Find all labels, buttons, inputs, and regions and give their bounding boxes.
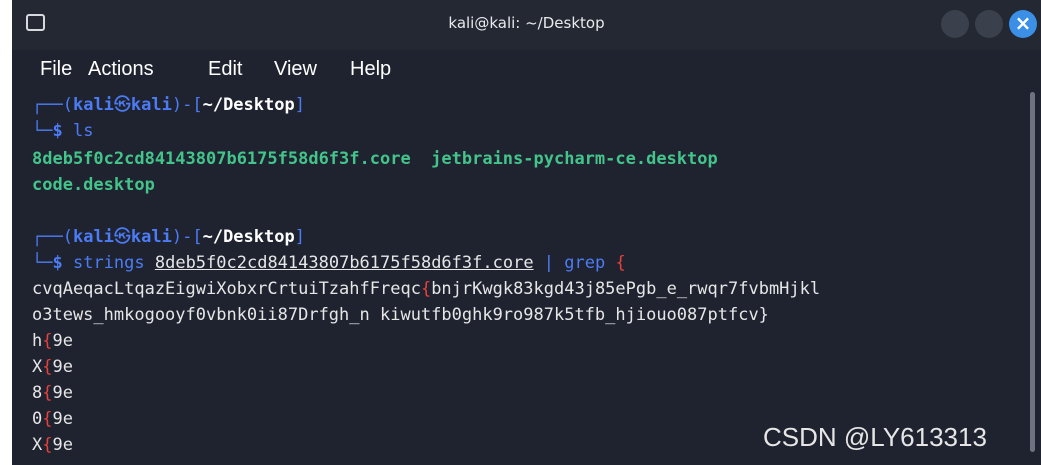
command-line: └─$ ls (32, 121, 94, 141)
menu-bar: File Actions Edit View Help (12, 50, 1041, 90)
menu-view[interactable]: View (274, 58, 317, 81)
grep-output-line: cvqAeqacLtqazEigwiXobxrCrtuiTzahfFreqc{b… (32, 279, 821, 299)
menu-file[interactable]: File (40, 58, 72, 81)
terminal-output[interactable]: ┌──(kali㉿kali)-[~/Desktop] └─$ ls 8deb5f… (12, 92, 1027, 465)
grep-match-line: h{9e (32, 331, 73, 351)
command-file-arg: 8deb5f0c2cd84143807b6175f58d6f3f.core (154, 253, 534, 273)
grep-match-line: 8{9e (32, 383, 73, 403)
prompt-corner-top: ┌── (32, 95, 63, 115)
grep-match-line: X{9e (32, 357, 73, 377)
ls-output-line: code.desktop (32, 175, 155, 195)
terminal-window: kali@kali: ~/Desktop × File Actions Edit… (12, 0, 1041, 465)
maximize-button[interactable] (975, 10, 1003, 38)
title-bar: kali@kali: ~/Desktop × (12, 0, 1041, 50)
close-button[interactable]: × (1009, 10, 1037, 38)
command-ls: ls (62, 121, 94, 141)
grep-output-line: o3tews_hmkogooyf0vbnk0ii87Drfgh_n kiwutf… (32, 305, 769, 325)
menu-actions[interactable]: Actions (88, 58, 154, 81)
ls-output-line: 8deb5f0c2cd84143807b6175f58d6f3f.core je… (32, 149, 718, 169)
prompt-corner-top: ┌── (32, 227, 63, 247)
scrollbar[interactable] (1030, 92, 1035, 452)
grep-match-line: X{9e (32, 435, 73, 455)
prompt-path: ~/Desktop (202, 95, 295, 115)
command-line: └─$ strings 8deb5f0c2cd84143807b6175f58d… (32, 253, 626, 273)
prompt-user: kali (72, 95, 114, 115)
watermark: CSDN @LY613313 (763, 422, 987, 452)
minimize-button[interactable] (941, 10, 969, 38)
prompt-user: kali (72, 227, 114, 247)
prompt-host: kali (130, 227, 172, 247)
prompt-dollar: $ (52, 121, 63, 141)
window-title: kali@kali: ~/Desktop (448, 14, 605, 32)
prompt-dollar: $ (52, 253, 63, 273)
grep-match-line: 0{9e (32, 409, 73, 429)
prompt-path: ~/Desktop (202, 227, 295, 247)
menu-help[interactable]: Help (350, 58, 391, 81)
prompt-line: ┌──(kali㉿kali)-[~/Desktop] (32, 95, 305, 115)
menu-edit[interactable]: Edit (208, 58, 242, 81)
prompt-host: kali (130, 95, 172, 115)
prompt-line: ┌──(kali㉿kali)-[~/Desktop] (32, 227, 305, 247)
